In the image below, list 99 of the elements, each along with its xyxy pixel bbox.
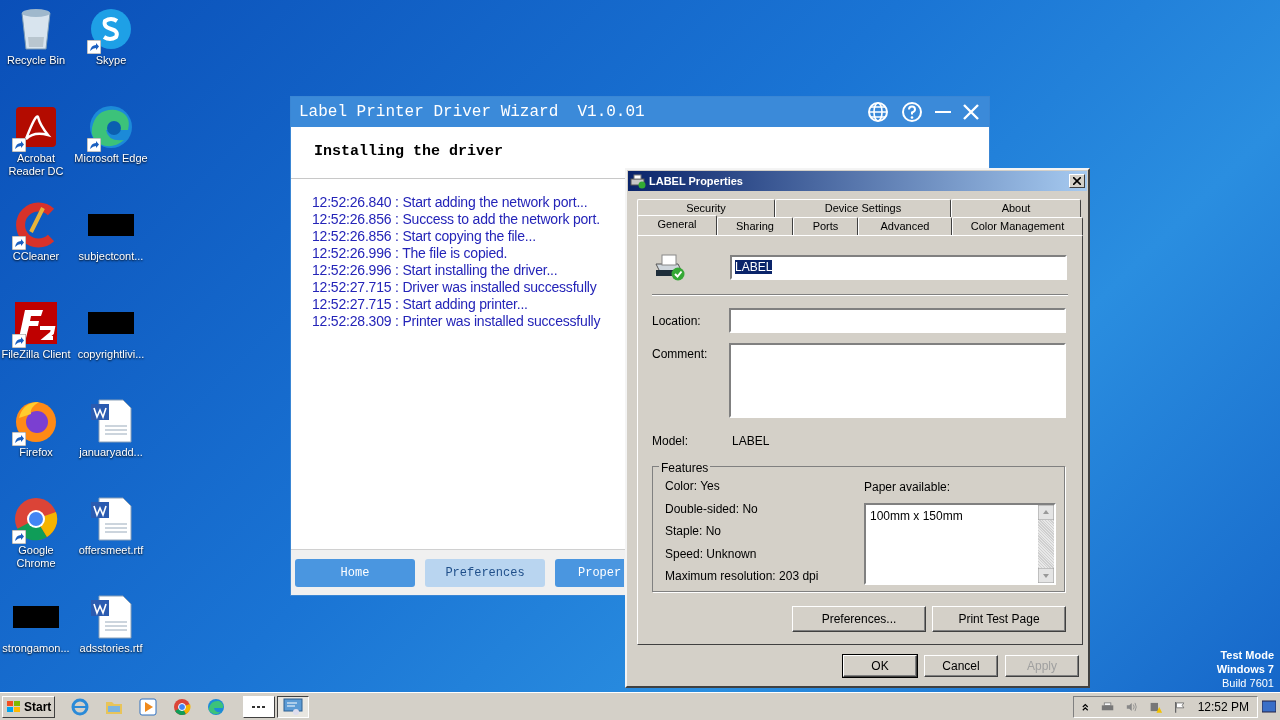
printer-icon [630,173,646,189]
desktop-icon-label[interactable]: CCleaner [0,250,74,263]
monitor-icon [283,697,304,716]
model-value: LABEL [732,433,770,450]
desktop-icon-label[interactable]: januaryadd... [73,446,149,459]
skype-icon [89,7,133,51]
chrome-icon[interactable] [173,697,192,716]
window-title: Label Printer Driver Wizard V1.0.01 [299,102,645,123]
windows-logo-icon [6,699,22,714]
dialog-title: LABEL Properties [649,173,743,189]
log-line: 12:52:26.856 : Start copying the file... [312,228,536,245]
show-desktop-icon[interactable] [1262,699,1276,714]
document-icon [89,594,133,640]
dialog-tab[interactable]: Color Management [952,217,1083,235]
internet-explorer-icon[interactable] [71,697,90,716]
desktop-icon-label[interactable]: Recycle Bin [0,54,74,67]
close-button[interactable] [1069,174,1085,188]
printer-name-field[interactable]: LABEL [730,254,1067,280]
paper-label: Paper available: [864,479,952,496]
desktop-icon-label[interactable]: Google Chrome [0,544,74,570]
dialog-tab[interactable]: Advanced [858,217,952,235]
step-heading: Installing the driver [314,142,504,163]
clock[interactable]: 12:52 PM [1197,697,1249,716]
model-label: Model: [652,433,690,450]
log-line: 12:52:26.996 : The file is copied. [312,245,508,262]
filezilla-icon [13,300,59,346]
chrome-icon [13,496,59,542]
location-label: Location: [652,312,702,330]
shortcut-arrow-icon [87,40,101,54]
shortcut-arrow-icon [87,138,101,152]
close-icon [1073,177,1081,185]
panel-button[interactable]: Print Test Page [932,606,1066,632]
paper-item[interactable]: 100mm x 150mm [870,507,1034,525]
shortcut-arrow-icon [12,334,26,348]
dialog-tab[interactable]: Security [637,199,775,217]
edge-icon[interactable] [207,697,226,716]
dialog-tab[interactable]: About [951,199,1081,217]
dialog-button[interactable]: Cancel [924,655,998,677]
desktop-icon-label[interactable]: Skype [73,54,149,67]
scroll-up-icon[interactable] [1038,505,1054,520]
scroll-down-icon[interactable] [1038,568,1054,583]
dialog-button[interactable]: OK [843,655,917,677]
test-mode-text: Test Mode [1220,648,1274,662]
desktop-icon-label[interactable]: adsstories.rtf [73,642,149,655]
media-player-icon[interactable] [139,697,158,716]
chevron-up-icon[interactable] [1082,701,1089,712]
shortcut-arrow-icon [12,530,26,544]
acrobat-icon [14,105,58,149]
test-mode-text: Windows 7 [1216,662,1274,676]
shortcut-arrow-icon [12,138,26,152]
feature-text: Staple: No [665,523,723,540]
log-line: 12:52:27.715 : Driver was installed successfully [312,279,597,296]
feature-text: Maximum resolution: 203 dpi [665,568,820,585]
log-line: 12:52:26.996 : Start installing the driver... [312,262,558,279]
log-line: 12:52:26.840 : Start adding the network port... [312,194,588,211]
desktop-icon-label[interactable]: FileZilla Client [0,348,74,361]
comment-field[interactable] [729,343,1066,418]
location-field[interactable] [729,308,1066,333]
desktop-icon-label[interactable]: copyrightlivi... [73,348,149,361]
desktop-icon-label[interactable]: strongamon... [0,642,74,655]
log-line: 12:52:27.715 : Start adding printer... [312,296,528,313]
shortcut-arrow-icon [12,432,26,446]
desktop-icon-label[interactable]: Acrobat Reader DC [0,152,74,178]
panel-button[interactable]: Preferences... [792,606,926,632]
wizard-button[interactable]: Preferences [425,558,545,587]
minimize-icon[interactable] [935,110,951,114]
dialog-tab[interactable]: Device Settings [775,199,951,217]
desktop-icon-label[interactable]: Firefox [0,446,74,459]
test-mode-text: Build 7601 [1222,676,1274,690]
printer-icon[interactable] [1100,700,1114,713]
dialog-tab[interactable]: Ports [793,217,858,235]
printer-icon [652,252,686,282]
dialog-tab[interactable]: Sharing [717,217,793,235]
globe-icon[interactable] [867,101,889,123]
shortcut-arrow-icon [12,236,26,250]
edge-icon [88,104,134,150]
feature-text: Speed: Unknown [665,545,758,562]
flag-icon[interactable] [1174,699,1186,714]
document-icon [89,398,133,444]
help-icon[interactable] [901,101,923,123]
ellipsis-icon [252,704,267,709]
thumbnail-icon [88,312,134,334]
comment-label: Comment: [652,346,709,363]
desktop-icon-label[interactable]: offersmeet.rtf [73,544,149,557]
feature-text: Color: Yes [665,478,721,495]
close-icon[interactable] [963,104,979,120]
dialog-tab[interactable]: General [637,215,717,235]
desktop-icon-label[interactable]: subjectcont... [73,250,149,263]
selected-text: LABEL [735,260,773,274]
task-button[interactable] [277,695,310,718]
thumbnail-icon [13,606,59,628]
log-line: 12:52:28.309 : Printer was installed successfully [312,313,601,330]
log-line: 12:52:26.856 : Success to add the network port. [312,211,600,228]
feature-text: Double-sided: No [665,500,759,517]
start-button[interactable]: Start [2,695,56,718]
thumbnail-icon [88,214,134,236]
desktop-icon-label[interactable]: Microsoft Edge [73,152,149,165]
document-icon [89,496,133,542]
scrollbar[interactable] [1038,505,1054,583]
